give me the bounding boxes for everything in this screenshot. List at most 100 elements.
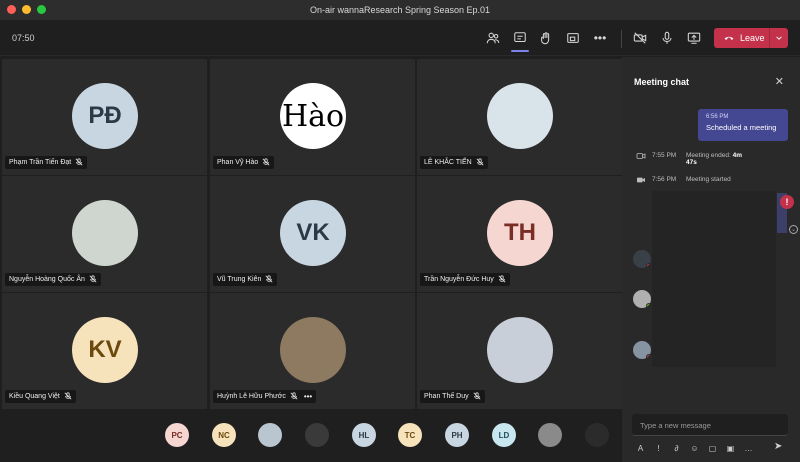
chat-avatar[interactable] xyxy=(633,341,651,359)
emoji-icon[interactable]: ☺ xyxy=(690,444,699,453)
strip-avatar[interactable]: NC xyxy=(212,423,236,447)
participant-name-tag: Kiều Quang Việt xyxy=(5,390,76,403)
strip-avatar[interactable]: HL xyxy=(352,423,376,447)
chat-active-indicator xyxy=(511,50,529,52)
event-time: 7:55 PM xyxy=(652,152,677,159)
participant-name-tag: Trần Nguyễn Đức Huy xyxy=(420,273,510,286)
chevron-down-icon[interactable] xyxy=(770,34,788,42)
video-tile[interactable]: VK Vũ Trung Kiên xyxy=(210,176,415,292)
leave-label: Leave xyxy=(740,33,765,43)
meeting-timer: 07:50 xyxy=(12,33,35,43)
avatar xyxy=(72,200,138,266)
video-tile[interactable]: TH Trần Nguyễn Đức Huy xyxy=(417,176,622,292)
message-time: 6:56 PM xyxy=(706,114,729,120)
share-tray-icon[interactable] xyxy=(564,29,582,47)
leave-button[interactable]: Leave xyxy=(714,28,788,48)
participant-name: Phạm Trần Tiến Đạt xyxy=(9,159,72,166)
participant-name-tag: LÊ KHẮC TIẾN xyxy=(420,156,488,169)
mic-muted-icon xyxy=(89,274,97,285)
mic-muted-icon xyxy=(262,157,270,168)
participant-name: Phan Vỹ Hào xyxy=(217,159,259,166)
maximize-window-button[interactable] xyxy=(37,5,46,14)
avatar xyxy=(487,83,553,149)
chat-message-bubble: 6:56 PM Scheduled a meeting xyxy=(698,109,788,141)
video-tile[interactable]: Nguyễn Hoàng Quốc Ân xyxy=(2,176,207,292)
close-icon[interactable]: ✕ xyxy=(775,75,784,88)
camera-off-icon[interactable] xyxy=(631,29,649,47)
important-icon[interactable]: ! xyxy=(654,444,663,453)
video-tile[interactable]: Huỳnh Lê Hữu Phước ••• xyxy=(210,293,415,409)
participant-name: Phan Thế Duy xyxy=(424,393,469,400)
mic-muted-icon xyxy=(498,274,506,285)
video-tile[interactable]: Hào Phan Vỹ Hào xyxy=(210,59,415,175)
video-tile[interactable]: Phan Thế Duy xyxy=(417,293,622,409)
share-screen-icon[interactable] xyxy=(685,29,703,47)
strip-avatar[interactable]: TC xyxy=(398,423,422,447)
title-bar: On-air wannaResearch Spring Season Ep.01 xyxy=(0,0,800,20)
chat-avatar[interactable] xyxy=(633,290,651,308)
participant-name-tag: Phạm Trần Tiến Đạt xyxy=(5,156,88,169)
alert-icon[interactable]: ! xyxy=(780,195,794,209)
avatar: KV xyxy=(72,317,138,383)
strip-avatar[interactable] xyxy=(305,423,329,447)
participant-name: Vũ Trung Kiên xyxy=(217,276,262,283)
mic-muted-icon xyxy=(290,391,298,402)
avatar: Hào xyxy=(280,83,346,149)
message-input[interactable]: Type a new message xyxy=(632,414,788,436)
meeting-ended-icon xyxy=(636,153,646,159)
hang-up-icon xyxy=(724,36,734,40)
chat-icon[interactable] xyxy=(511,29,529,47)
avatar: PĐ xyxy=(72,83,138,149)
video-tile[interactable]: PĐ Phạm Trần Tiến Đạt xyxy=(2,59,207,175)
strip-avatar[interactable]: LD xyxy=(492,423,516,447)
participant-name-tag: Nguyễn Hoàng Quốc Ân xyxy=(5,273,101,286)
event-text: Meeting ended: 4m 47s xyxy=(686,152,743,166)
window-controls xyxy=(7,5,46,14)
raise-hand-icon[interactable] xyxy=(537,29,555,47)
compose-toolbar: A ! ∂ ☺ ▢ ▣ … xyxy=(636,442,786,454)
message-text: Scheduled a meeting xyxy=(706,123,777,132)
close-window-button[interactable] xyxy=(7,5,16,14)
participant-name: Huỳnh Lê Hữu Phước xyxy=(217,393,286,400)
meeting-toolbar: 07:50 ••• Leave xyxy=(0,20,800,56)
scroll-down-icon[interactable]: ⌄ xyxy=(789,225,798,234)
gif-icon[interactable]: ▢ xyxy=(708,444,717,453)
status-dot xyxy=(646,354,651,359)
strip-avatar[interactable] xyxy=(258,423,282,447)
send-icon[interactable]: ➤ xyxy=(774,441,782,452)
leave-main-button[interactable]: Leave xyxy=(714,28,770,48)
participant-name: LÊ KHẮC TIẾN xyxy=(424,159,472,166)
more-icon[interactable]: ••• xyxy=(304,392,312,401)
chat-avatar[interactable] xyxy=(633,250,651,268)
status-dot xyxy=(646,263,651,268)
chat-media-area xyxy=(652,191,776,367)
mic-muted-icon xyxy=(476,157,484,168)
participant-name-tag: Vũ Trung Kiên xyxy=(213,273,278,286)
participant-name: Nguyễn Hoàng Quốc Ân xyxy=(9,276,85,283)
participants-icon[interactable] xyxy=(484,29,502,47)
video-tile[interactable]: LÊ KHẮC TIẾN xyxy=(417,59,622,175)
more-icon[interactable]: ••• xyxy=(591,29,609,47)
sticker-icon[interactable]: ▣ xyxy=(726,444,735,453)
video-grid: PĐ Phạm Trần Tiến Đạt Hào Phan Vỹ Hào LÊ KHẮ… xyxy=(0,57,622,409)
strip-avatar[interactable] xyxy=(538,423,562,447)
minimize-window-button[interactable] xyxy=(22,5,31,14)
mic-muted-icon xyxy=(265,274,273,285)
event-text: Meeting started xyxy=(686,176,731,183)
mic-icon[interactable] xyxy=(658,29,676,47)
meeting-chat-panel: Meeting chat ✕ 6:56 PM Scheduled a meeti… xyxy=(622,57,800,462)
status-dot xyxy=(646,303,651,308)
more-icon[interactable]: … xyxy=(744,444,753,453)
strip-avatar[interactable]: PC xyxy=(165,423,189,447)
format-icon[interactable]: A xyxy=(636,444,645,453)
strip-avatar[interactable]: PH xyxy=(445,423,469,447)
participant-name: Kiều Quang Việt xyxy=(9,393,60,400)
mic-muted-icon xyxy=(75,157,83,168)
attach-icon[interactable]: ∂ xyxy=(672,444,681,453)
meeting-ended-event: 7:55 PM Meeting ended: 4m 47s xyxy=(636,152,742,166)
chat-title: Meeting chat xyxy=(634,77,690,87)
participant-strip: PC NC HL TC PH LD xyxy=(0,410,620,462)
strip-avatar[interactable] xyxy=(585,423,609,447)
video-tile[interactable]: KV Kiều Quang Việt xyxy=(2,293,207,409)
participant-name: Trần Nguyễn Đức Huy xyxy=(424,276,494,283)
